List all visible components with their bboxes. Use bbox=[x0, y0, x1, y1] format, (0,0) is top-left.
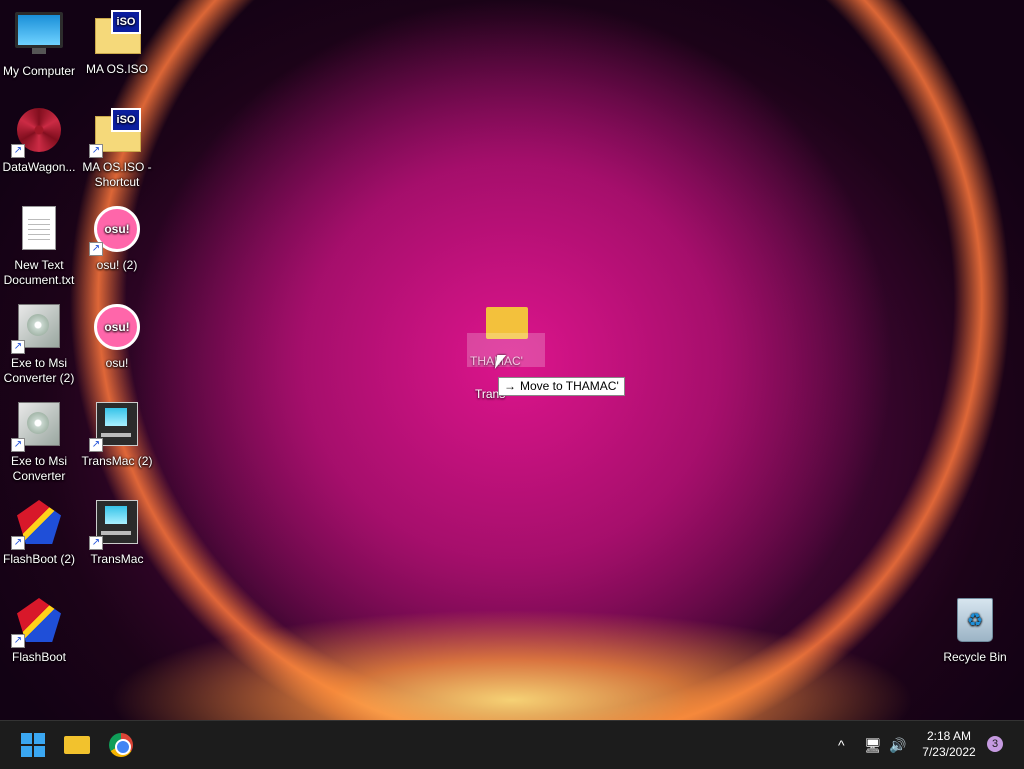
shortcut-arrow-icon: ↗ bbox=[89, 536, 103, 550]
desktop-icon-flashboot[interactable]: ↗ FlashBoot bbox=[0, 594, 78, 665]
icon-label: TransMac bbox=[90, 552, 144, 566]
drag-tooltip-text: Move to THAMAC' bbox=[520, 379, 619, 393]
desktop-icon-osu-2[interactable]: osu! ↗ osu! (2) bbox=[78, 202, 156, 273]
arrow-right-icon: → bbox=[504, 379, 516, 393]
folder-icon bbox=[64, 736, 90, 754]
installer-icon: ↗ bbox=[11, 304, 63, 354]
clock-time: 2:18 AM bbox=[926, 729, 972, 743]
icon-label: MA OS.ISO bbox=[85, 62, 148, 76]
installer-icon: ↗ bbox=[11, 402, 63, 452]
desktop-icon-ma-os-iso[interactable]: iSO MA OS.ISO bbox=[78, 6, 156, 77]
desktop-icon-ma-os-iso-shortcut[interactable]: iSO ↗ MA OS.ISO - Shortcut bbox=[78, 104, 156, 190]
shortcut-arrow-icon: ↗ bbox=[11, 438, 25, 452]
desktop-icon-new-text-document[interactable]: New Text Document.txt bbox=[0, 202, 78, 288]
icon-label: Exe to Msi Converter (2) bbox=[3, 356, 75, 385]
shortcut-arrow-icon: ↗ bbox=[11, 144, 25, 158]
icon-label: TransMac (2) bbox=[81, 454, 153, 468]
notification-badge[interactable]: 3 bbox=[987, 736, 1003, 752]
iso-file-icon: iSO ↗ bbox=[89, 108, 141, 158]
icon-label: Exe to Msi Converter bbox=[10, 454, 67, 483]
iso-file-icon: iSO bbox=[93, 10, 141, 58]
desktop[interactable]: My Computer ↗ DataWagon... New Text Docu… bbox=[0, 0, 1024, 720]
desktop-icon-my-computer[interactable]: My Computer bbox=[0, 6, 78, 79]
desktop-icon-exe-to-msi[interactable]: ↗ Exe to Msi Converter bbox=[0, 398, 78, 484]
clock[interactable]: 2:18 AM 7/23/2022 bbox=[914, 728, 984, 760]
start-button[interactable] bbox=[17, 729, 49, 761]
transmac-icon: ↗ bbox=[89, 402, 141, 452]
network-icon[interactable]: 🖥 bbox=[864, 734, 882, 756]
shortcut-arrow-icon: ↗ bbox=[11, 536, 25, 550]
icon-label: DataWagon... bbox=[2, 160, 76, 174]
taskbar: ^ 🖥 🔊 2:18 AM 7/23/2022 3 bbox=[0, 720, 1024, 769]
icon-label: New Text Document.txt bbox=[3, 258, 75, 287]
text-document-icon bbox=[15, 206, 63, 254]
shortcut-arrow-icon: ↗ bbox=[11, 340, 25, 354]
desktop-icon-transmac-2[interactable]: ↗ TransMac (2) bbox=[78, 398, 156, 469]
icon-label: osu! (2) bbox=[96, 258, 138, 272]
icon-label: osu! bbox=[105, 356, 129, 370]
icon-label: MA OS.ISO - Shortcut bbox=[82, 160, 152, 189]
icon-label: FlashBoot bbox=[11, 650, 67, 664]
osu-icon: osu! bbox=[93, 304, 141, 352]
desktop-icon-exe-to-msi-2[interactable]: ↗ Exe to Msi Converter (2) bbox=[0, 300, 78, 386]
chrome-button[interactable] bbox=[105, 729, 137, 761]
flashboot-icon: ↗ bbox=[11, 598, 63, 648]
windows-logo-icon bbox=[21, 733, 45, 757]
flashboot-icon: ↗ bbox=[11, 500, 63, 550]
icon-label: FlashBoot (2) bbox=[2, 552, 76, 566]
transmac-icon: ↗ bbox=[89, 500, 141, 550]
icon-label: My Computer bbox=[2, 64, 76, 78]
shortcut-arrow-icon: ↗ bbox=[89, 438, 103, 452]
desktop-icon-flashboot-2[interactable]: ↗ FlashBoot (2) bbox=[0, 496, 78, 567]
file-explorer-button[interactable] bbox=[61, 729, 93, 761]
shortcut-arrow-icon: ↗ bbox=[89, 144, 103, 158]
iso-badge: iSO bbox=[111, 108, 141, 132]
desktop-icon-transmac[interactable]: ↗ TransMac bbox=[78, 496, 156, 567]
datawagon-icon: ↗ bbox=[11, 108, 63, 158]
desktop-icon-recycle-bin[interactable]: ♻ Recycle Bin bbox=[936, 594, 1014, 665]
shortcut-arrow-icon: ↗ bbox=[11, 634, 25, 648]
icon-label: Recycle Bin bbox=[943, 650, 1007, 664]
computer-icon bbox=[15, 12, 63, 60]
shortcut-arrow-icon: ↗ bbox=[89, 242, 103, 256]
osu-icon: osu! ↗ bbox=[89, 206, 141, 256]
iso-badge: iSO bbox=[111, 10, 141, 34]
show-hidden-icons-chevron-icon[interactable]: ^ bbox=[838, 734, 845, 756]
volume-icon[interactable]: 🔊 bbox=[889, 734, 906, 756]
desktop-icon-datawagon[interactable]: ↗ DataWagon... bbox=[0, 104, 78, 175]
recycle-bin-icon: ♻ bbox=[951, 598, 999, 646]
drag-tooltip: → Move to THAMAC' bbox=[498, 377, 625, 396]
desktop-icon-osu[interactable]: osu! osu! bbox=[78, 300, 156, 371]
clock-date: 7/23/2022 bbox=[922, 745, 976, 759]
